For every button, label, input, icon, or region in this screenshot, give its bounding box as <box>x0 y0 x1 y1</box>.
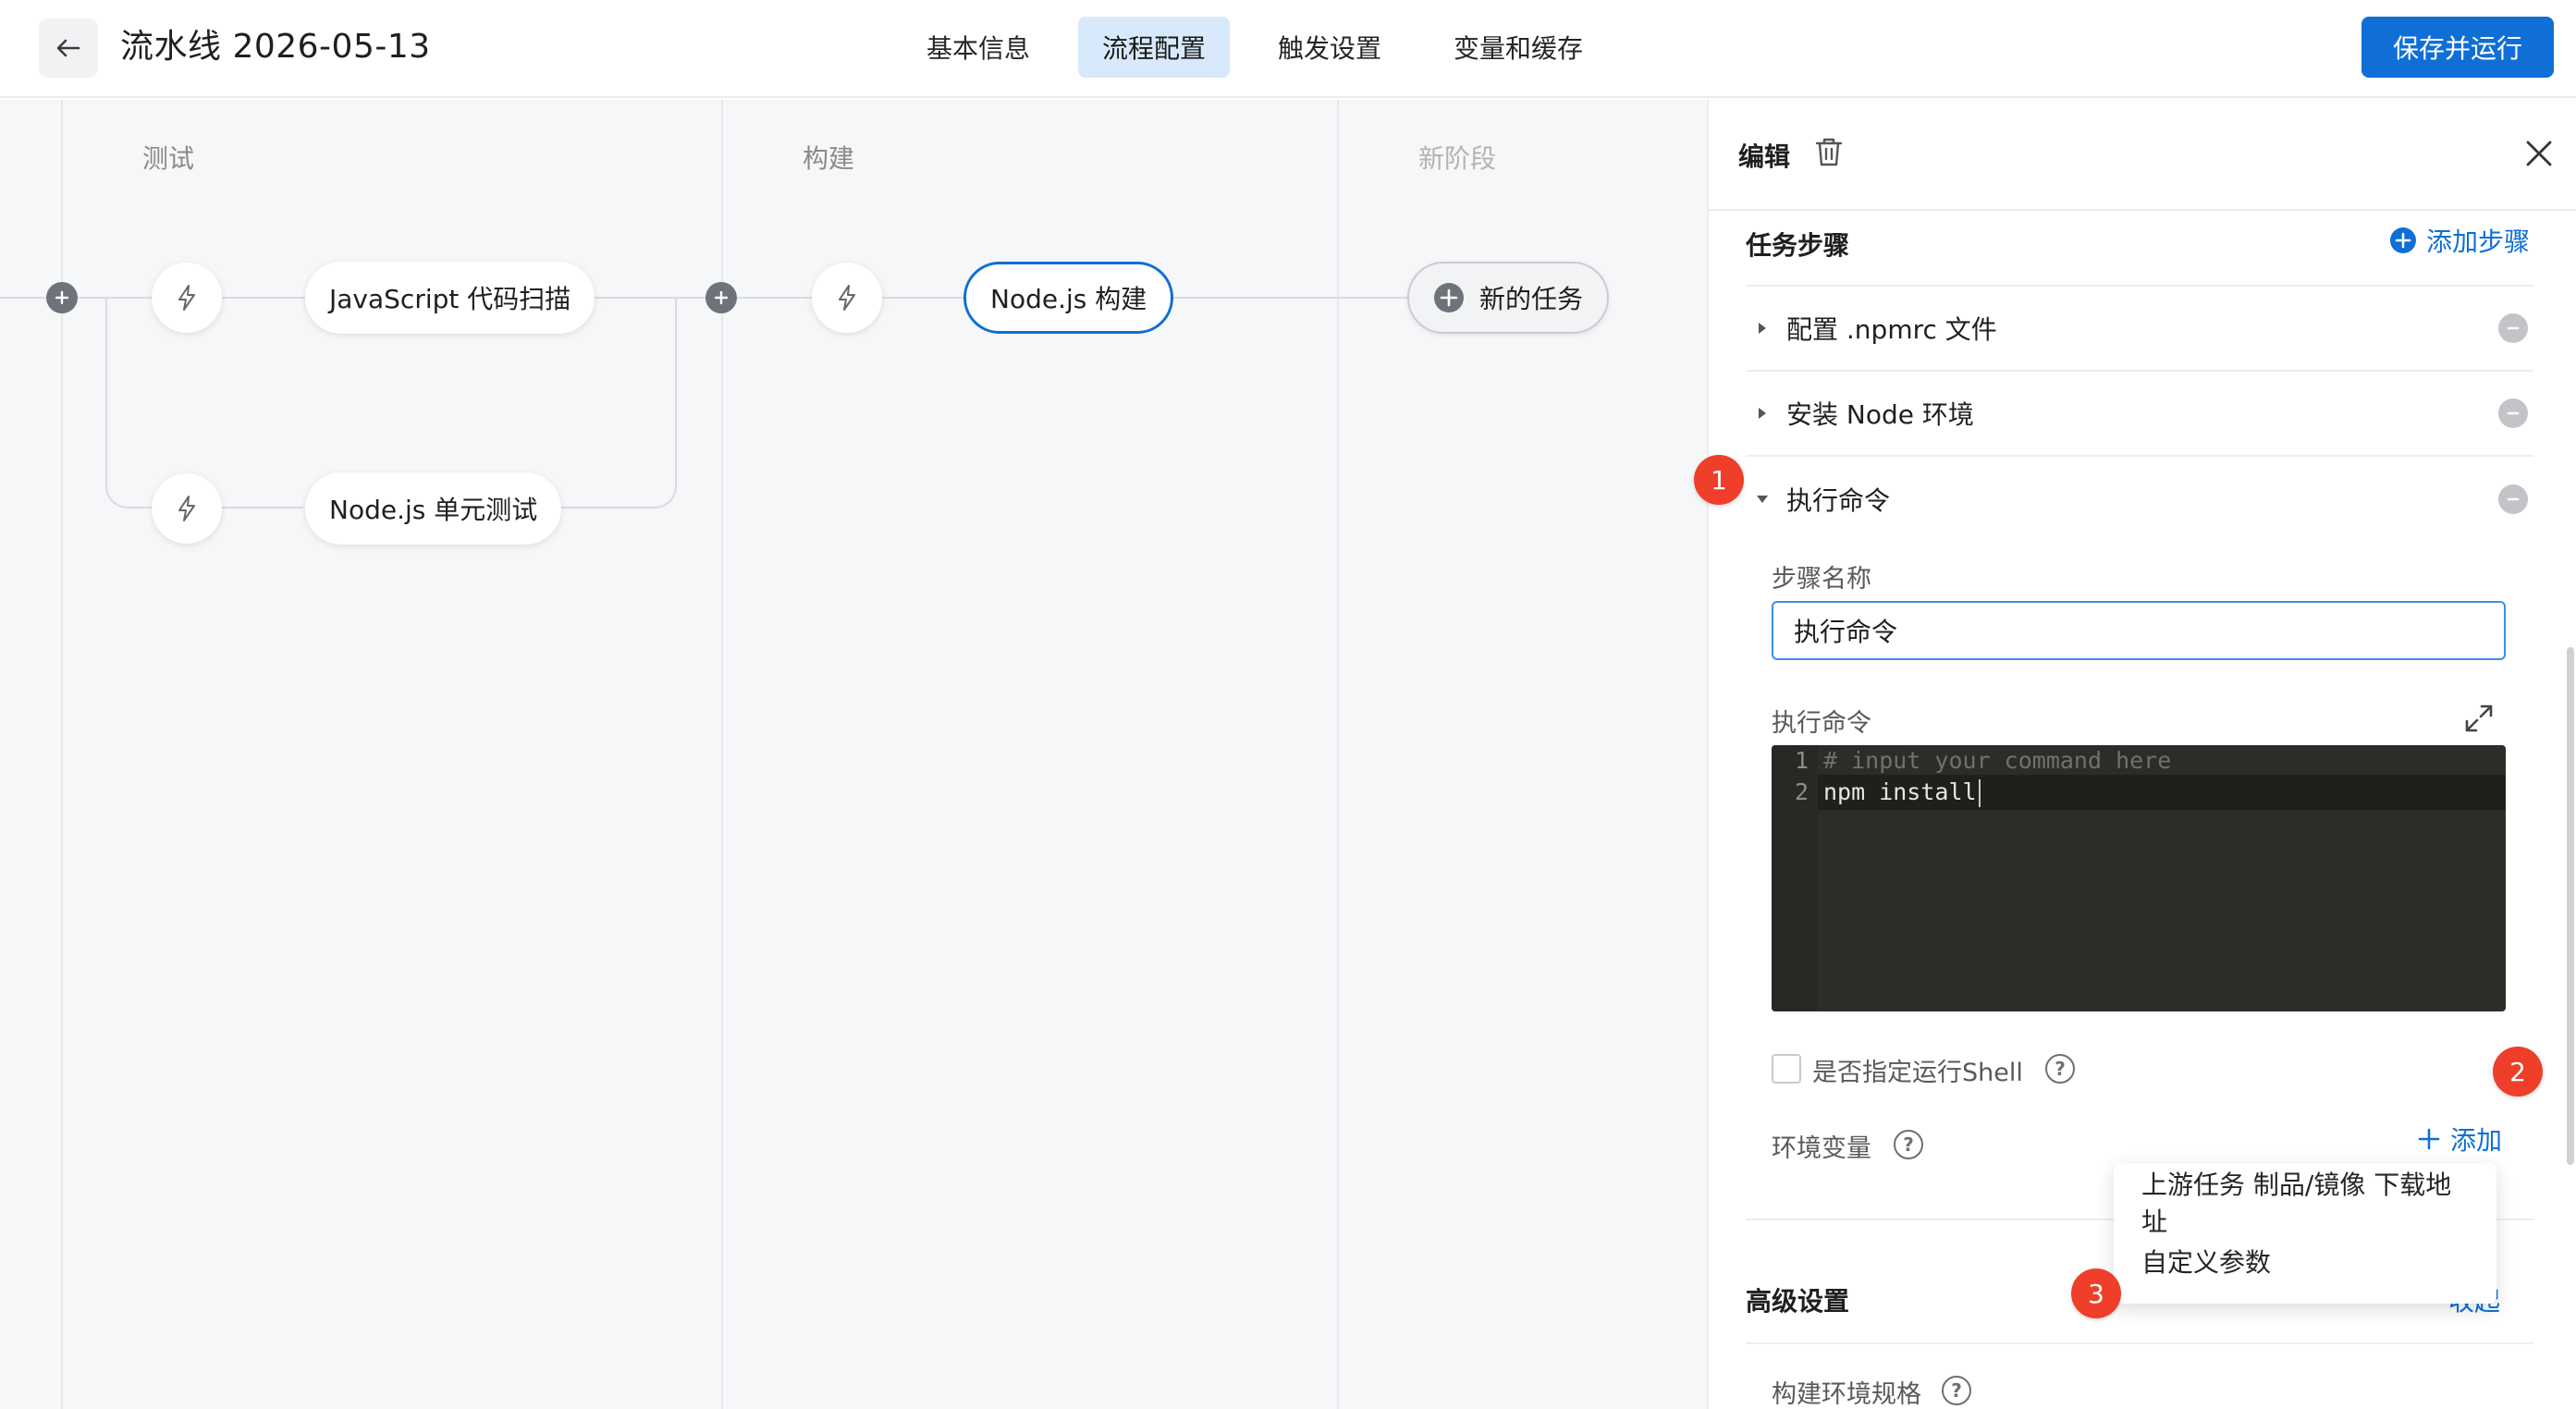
trigger-node[interactable] <box>152 263 222 333</box>
stage-name-build[interactable]: 构建 <box>803 139 854 176</box>
command-editor[interactable]: 1 # input your command here 2 npm instal… <box>1772 745 2506 1011</box>
remove-step-button[interactable] <box>2498 398 2528 428</box>
step-item-npmrc[interactable]: 配置 .npmrc 文件 <box>1746 287 2533 372</box>
lightning-icon <box>178 496 195 521</box>
remove-step-button[interactable] <box>2498 313 2528 343</box>
lightning-icon <box>178 285 195 311</box>
job-node-unit-test[interactable]: Node.js 单元测试 <box>305 472 562 545</box>
step-item-install-node[interactable]: 安装 Node 环境 <box>1746 372 2533 457</box>
panel-header: 编辑 <box>1709 100 2576 211</box>
expand-icon[interactable] <box>2463 703 2495 734</box>
pipeline-canvas: 测试 构建 新阶段 JavaScript 代码扫描 Node.js 单元测试 N… <box>0 100 1707 1409</box>
help-icon[interactable]: ? <box>2045 1054 2075 1084</box>
new-job-button[interactable]: 新的任务 <box>1407 262 1610 334</box>
code-line: # input your command here <box>1823 747 2172 774</box>
back-button[interactable] <box>39 18 98 78</box>
plus-icon <box>714 290 729 305</box>
minus-icon <box>2507 497 2520 501</box>
trash-icon[interactable] <box>1810 133 1847 170</box>
advanced-settings-title: 高级设置 <box>1746 1286 1850 1317</box>
close-icon[interactable] <box>2521 135 2558 172</box>
add-stage-button[interactable] <box>705 282 737 313</box>
dropdown-item-upstream-artifact[interactable]: 上游任务 制品/镜像 下载地址 <box>2114 1170 2496 1237</box>
add-env-button[interactable]: 添加 <box>2417 1121 2502 1158</box>
minus-icon <box>2507 326 2520 330</box>
save-and-run-button[interactable]: 保存并运行 <box>2361 17 2554 78</box>
minus-icon <box>2507 411 2520 415</box>
page-title: 流水线 2026-05-13 <box>120 28 431 66</box>
tab-variables-cache[interactable]: 变量和缓存 <box>1429 17 1607 78</box>
code-text: npm install <box>1823 778 1977 805</box>
tab-trigger-settings[interactable]: 触发设置 <box>1254 17 1405 78</box>
top-bar: 流水线 2026-05-13 基本信息 流程配置 触发设置 变量和缓存 保存并运… <box>0 0 2576 98</box>
line-number: 1 <box>1794 747 1809 774</box>
job-node-js-scan[interactable]: JavaScript 代码扫描 <box>305 262 595 334</box>
help-icon[interactable]: ? <box>1894 1130 1923 1159</box>
job-node-build[interactable]: Node.js 构建 <box>963 262 1174 334</box>
plus-circle-icon <box>1434 283 1464 312</box>
step-item-run-command[interactable]: 执行命令 <box>1746 457 2533 542</box>
remove-step-button[interactable] <box>2498 484 2528 514</box>
env-vars-label: 环境变量 <box>1772 1134 1871 1163</box>
trigger-node[interactable] <box>152 473 222 544</box>
caret-right-icon[interactable] <box>1746 406 1779 421</box>
plus-circle-icon <box>2390 227 2416 253</box>
tab-flow-config[interactable]: 流程配置 <box>1078 17 1231 78</box>
help-icon[interactable]: ? <box>1942 1376 1971 1405</box>
caret-right-icon[interactable] <box>1746 321 1779 336</box>
step-name-input[interactable] <box>1772 601 2506 660</box>
plus-icon <box>2418 1128 2440 1150</box>
plus-icon <box>55 290 69 305</box>
step-label: 配置 .npmrc 文件 <box>1786 314 1997 345</box>
build-spec-label: 构建环境规格 <box>1772 1380 1921 1409</box>
trigger-node[interactable] <box>812 263 882 333</box>
branch-connector <box>105 298 179 508</box>
lightning-icon <box>839 285 855 311</box>
annotation-badge: 3 <box>2071 1268 2121 1318</box>
divider <box>1746 1342 2533 1344</box>
annotation-badge: 2 <box>2493 1047 2543 1097</box>
shell-checkbox-label: 是否指定运行Shell <box>1812 1059 2023 1087</box>
tab-basic-info[interactable]: 基本信息 <box>902 17 1054 78</box>
step-label: 执行命令 <box>1786 485 1891 516</box>
new-job-label: 新的任务 <box>1479 284 1584 314</box>
step-label: 安装 Node 环境 <box>1786 399 1974 430</box>
shell-checkbox[interactable] <box>1772 1054 1801 1084</box>
annotation-badge: 1 <box>1694 455 1744 505</box>
task-steps-title: 任务步骤 <box>1746 230 1850 261</box>
stage-name-test[interactable]: 测试 <box>142 139 194 176</box>
add-stage-button[interactable] <box>46 282 78 313</box>
text-cursor <box>1978 779 1981 807</box>
caret-down-icon[interactable] <box>1746 493 1779 506</box>
arrow-left-icon <box>56 39 80 57</box>
dropdown-item-custom-param[interactable]: 自定义参数 <box>2114 1231 2496 1291</box>
add-step-label: 添加步骤 <box>2426 227 2531 257</box>
env-add-dropdown: 上游任务 制品/镜像 下载地址 自定义参数 <box>2114 1163 2496 1304</box>
panel-scrollbar[interactable] <box>2567 647 2574 1165</box>
tab-bar: 基本信息 流程配置 触发设置 变量和缓存 <box>902 17 1607 78</box>
stage-name-new[interactable]: 新阶段 <box>1418 139 1496 176</box>
command-label: 执行命令 <box>1772 709 1871 738</box>
add-env-label: 添加 <box>2450 1125 2503 1156</box>
add-step-button[interactable]: 添加步骤 <box>2389 222 2530 259</box>
code-line: npm install <box>1823 778 1981 807</box>
panel-title: 编辑 <box>1738 141 1791 172</box>
step-name-label: 步骤名称 <box>1772 565 1871 594</box>
line-number: 2 <box>1794 778 1809 805</box>
